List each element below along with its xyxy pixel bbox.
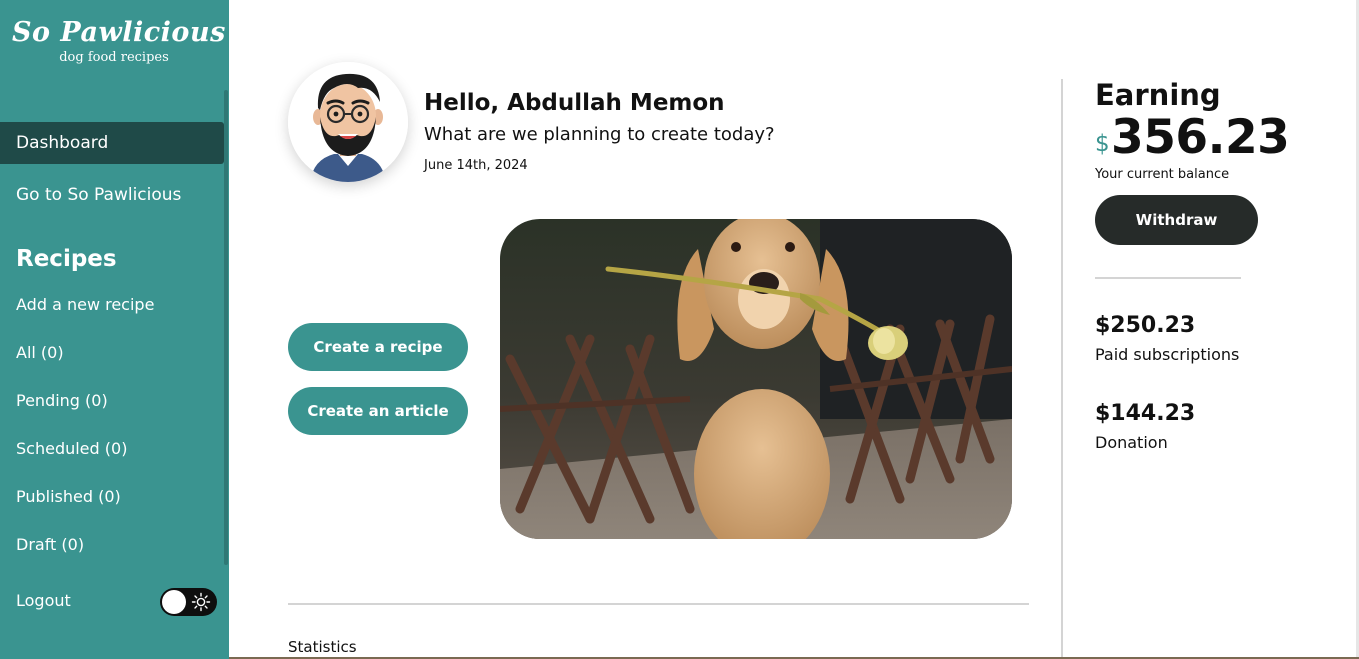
greeting-subtitle: What are we planning to create today? <box>424 124 775 145</box>
currency-symbol: $ <box>1095 131 1110 157</box>
toggle-knob <box>162 590 186 614</box>
create-recipe-button[interactable]: Create a recipe <box>288 323 468 371</box>
greeting-heading: Hello, Abdullah Memon <box>424 90 725 116</box>
statistics-heading: Statistics <box>288 638 357 656</box>
sidebar-item-published[interactable]: Published (0) <box>16 487 121 506</box>
theme-toggle[interactable] <box>160 588 217 616</box>
sidebar-item-scheduled[interactable]: Scheduled (0) <box>16 439 127 458</box>
earning-divider <box>1095 277 1241 279</box>
logout-link[interactable]: Logout <box>16 591 71 610</box>
sidebar-scrollbar[interactable] <box>224 90 228 565</box>
avatar-illustration <box>288 62 408 182</box>
donation-label: Donation <box>1095 433 1168 452</box>
earning-title: Earning <box>1095 78 1221 112</box>
subscriptions-amount: $250.23 <box>1095 313 1196 338</box>
content-divider <box>288 603 1029 605</box>
create-article-button[interactable]: Create an article <box>288 387 468 435</box>
withdraw-button[interactable]: Withdraw <box>1095 195 1258 245</box>
brand-name: So Pawlicious <box>12 17 226 48</box>
sidebar-item-pending[interactable]: Pending (0) <box>16 391 108 410</box>
sidebar-item-all[interactable]: All (0) <box>16 343 64 362</box>
sidebar-item-add-recipe[interactable]: Add a new recipe <box>16 295 154 314</box>
current-date: June 14th, 2024 <box>424 158 528 173</box>
brand-logo[interactable]: So Pawlicious dog food recipes <box>12 14 226 74</box>
recipes-section-title: Recipes <box>16 246 117 272</box>
subscriptions-label: Paid subscriptions <box>1095 345 1240 364</box>
panel-divider <box>1061 79 1063 659</box>
avatar <box>288 62 408 182</box>
hero-dog-image <box>500 219 1012 539</box>
sidebar-item-go-to-site[interactable]: Go to So Pawlicious <box>0 174 224 216</box>
brand-tagline: dog food recipes <box>59 50 169 65</box>
sidebar-item-dashboard[interactable]: Dashboard <box>0 122 224 164</box>
sidebar: So Pawlicious dog food recipes Dashboard… <box>0 0 229 659</box>
donation-amount: $144.23 <box>1095 401 1196 426</box>
dog-photo <box>500 219 1012 539</box>
sidebar-item-draft[interactable]: Draft (0) <box>16 535 84 554</box>
balance-label: Your current balance <box>1095 167 1230 182</box>
sun-icon <box>191 592 211 612</box>
current-balance: 356.23 <box>1111 110 1290 165</box>
